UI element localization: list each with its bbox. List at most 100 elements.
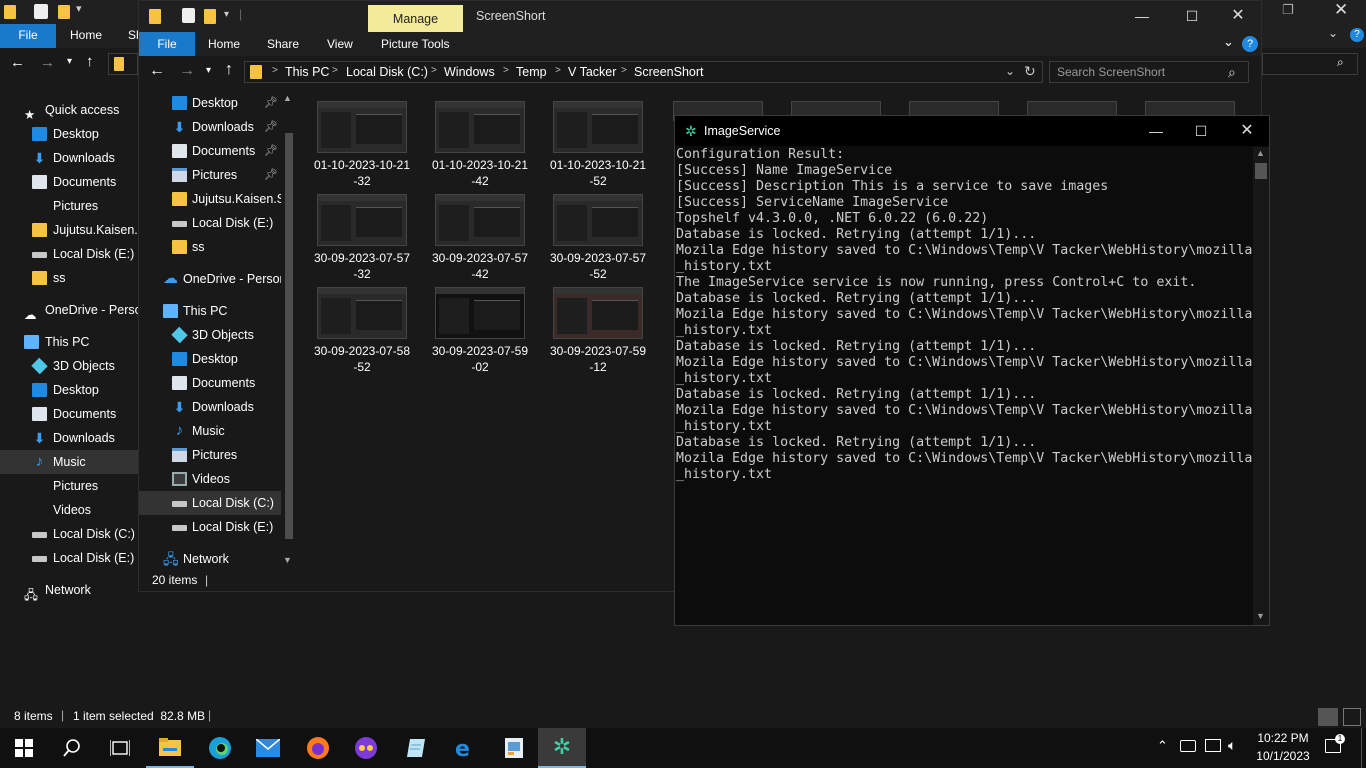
bg-nav-item[interactable]: ⬇ Downloads	[0, 426, 158, 450]
new-folder-icon[interactable]	[204, 9, 216, 24]
paint-icon[interactable]	[490, 728, 538, 768]
nav-item[interactable]: Local Disk (E:)	[139, 515, 281, 539]
nav-item[interactable]: Local Disk (C:)	[139, 491, 281, 515]
minimize-icon[interactable]: —	[1119, 1, 1165, 31]
bg-nav-item[interactable]: Documents	[0, 402, 158, 426]
nav-item[interactable]: Documents 📌︎	[139, 139, 281, 163]
file-name[interactable]: 30-09-2023-07-58 -52	[307, 343, 417, 375]
address-bar[interactable]: > This PC > Local Disk (C:) > Windows > …	[244, 61, 1043, 83]
details-view-icon[interactable]	[1318, 708, 1338, 726]
bg-nav-item[interactable]: Documents	[0, 170, 158, 194]
back-icon[interactable]: ←	[149, 62, 165, 80]
image-thumbnail[interactable]	[553, 101, 643, 153]
console-output[interactable]: Configuration Result: [Success] Name Imag…	[676, 147, 1252, 623]
nav-item[interactable]: ⬇ Downloads 📌︎	[139, 115, 281, 139]
network-icon[interactable]	[1205, 739, 1221, 752]
bg-close-icon[interactable]: ✕	[1334, 0, 1348, 20]
nav-item[interactable]: Desktop	[139, 347, 281, 371]
quick-access-toolbar-dropdown-icon[interactable]: ▾	[224, 9, 229, 20]
tab-share[interactable]: Share	[267, 32, 299, 56]
image-thumbnail[interactable]	[553, 194, 643, 246]
image-thumbnail[interactable]	[317, 287, 407, 339]
scrollbar-thumb[interactable]	[285, 133, 293, 539]
file-name[interactable]: 30-09-2023-07-59 -02	[425, 343, 535, 375]
nav-item[interactable]: 🖧︎ Network	[139, 547, 281, 571]
bg-nav-item[interactable]: This PC	[0, 330, 158, 354]
tab-file[interactable]: File	[139, 32, 195, 56]
close-icon[interactable]: ✕	[1215, 1, 1261, 31]
edge-icon[interactable]	[196, 728, 244, 768]
bg-nav-item[interactable]: Pictures	[0, 194, 158, 218]
nav-item[interactable]: ss	[139, 235, 281, 259]
manage-context-tab[interactable]: Manage	[368, 5, 463, 33]
task-view-icon[interactable]	[96, 728, 144, 768]
up-icon[interactable]: ↑	[225, 61, 233, 79]
quick-access-toolbar-dropdown-icon[interactable]: ▾	[76, 2, 82, 15]
bg-tab-home[interactable]: Home	[60, 24, 112, 48]
nav-item[interactable]: Pictures 📌︎	[139, 163, 281, 187]
bg-nav-item[interactable]: Jujutsu.Kaisen.S0	[0, 218, 158, 242]
nav-item[interactable]: ♪ Music	[139, 419, 281, 443]
tab-picture-tools[interactable]: Picture Tools	[381, 32, 449, 56]
bg-nav-item[interactable]: 3D Objects	[0, 354, 158, 378]
recent-dropdown-icon[interactable]: ▾	[206, 65, 211, 76]
bg-nav-item[interactable]: Local Disk (E:)	[0, 242, 158, 266]
refresh-icon[interactable]: ↻	[1024, 63, 1036, 80]
scroll-up-icon[interactable]: ▲	[1256, 148, 1265, 158]
bg-nav-item[interactable]: ♪ Music	[0, 450, 158, 474]
bg-nav-item[interactable]: ★ Quick access	[0, 98, 158, 122]
bg-nav-item[interactable]: 🖧︎ Network	[0, 578, 158, 602]
console-scrollbar[interactable]: ▲ ▼	[1253, 147, 1269, 625]
image-thumbnail[interactable]	[435, 287, 525, 339]
breadcrumb-windows[interactable]: Windows	[444, 65, 495, 79]
maximize-icon[interactable]: ☐	[1169, 1, 1215, 31]
image-thumbnail[interactable]	[435, 194, 525, 246]
properties-icon[interactable]	[34, 4, 48, 19]
new-folder-icon[interactable]	[58, 5, 70, 19]
scrollbar-thumb[interactable]	[1255, 163, 1267, 179]
nav-item[interactable]: Jujutsu.Kaisen.S0	[139, 187, 281, 211]
nav-scrollbar[interactable]: ▲ ▼	[282, 93, 294, 569]
back-icon[interactable]: ←	[10, 54, 25, 71]
forward-icon[interactable]: →	[179, 62, 195, 80]
file-name[interactable]: 01-10-2023-10-21 -52	[543, 157, 653, 189]
image-thumbnail[interactable]	[317, 194, 407, 246]
properties-icon[interactable]	[182, 8, 195, 23]
file-name[interactable]: 30-09-2023-07-57 -52	[543, 250, 653, 282]
bg-nav-item[interactable]: ⬇ Downloads	[0, 146, 158, 170]
bg-nav-item[interactable]: Desktop	[0, 122, 158, 146]
file-name[interactable]: 30-09-2023-07-57 -42	[425, 250, 535, 282]
breadcrumb-local-disk[interactable]: Local Disk (C:)	[346, 65, 428, 79]
help-icon[interactable]: ?	[1350, 28, 1364, 42]
up-icon[interactable]: ↑	[86, 53, 94, 70]
bg-search-box[interactable]: ⌕	[1262, 53, 1358, 75]
scroll-up-icon[interactable]: ▲	[283, 93, 292, 103]
nav-item[interactable]: ⬇ Downloads	[139, 395, 281, 419]
image-thumbnail[interactable]	[435, 101, 525, 153]
breadcrumb-this-pc[interactable]: This PC	[285, 65, 329, 79]
nav-item[interactable]: Desktop 📌︎	[139, 91, 281, 115]
bg-tab-file[interactable]: File	[0, 24, 56, 48]
nav-item[interactable]: This PC	[139, 299, 281, 323]
bg-nav-item[interactable]: Pictures	[0, 474, 158, 498]
nav-item[interactable]: Documents	[139, 371, 281, 395]
nav-item[interactable]: Local Disk (E:)	[139, 211, 281, 235]
nav-item[interactable]: ☁ OneDrive - Person	[139, 267, 281, 291]
bg-restore-icon[interactable]: ❐	[1282, 2, 1294, 18]
breadcrumb-screenshort[interactable]: ScreenShort	[634, 65, 703, 79]
mail-icon[interactable]	[244, 728, 292, 768]
nav-item[interactable]: 3D Objects	[139, 323, 281, 347]
clock-time[interactable]: 10:22 PM	[1257, 731, 1309, 745]
nav-item[interactable]: Pictures	[139, 443, 281, 467]
file-name[interactable]: 01-10-2023-10-21 -42	[425, 157, 535, 189]
start-icon[interactable]	[0, 728, 48, 768]
volume-icon[interactable]: 🔈︎	[1228, 737, 1236, 754]
console-minimize-icon[interactable]: —	[1133, 116, 1179, 146]
file-name[interactable]: 01-10-2023-10-21 -32	[307, 157, 417, 189]
bg-nav-item[interactable]: Local Disk (E:)	[0, 546, 158, 570]
edge-legacy-icon[interactable]: e	[440, 728, 488, 768]
scroll-down-icon[interactable]: ▼	[1256, 611, 1265, 621]
forward-icon[interactable]: →	[40, 54, 55, 71]
search-icon[interactable]	[48, 728, 96, 768]
battery-icon[interactable]	[1180, 740, 1196, 752]
